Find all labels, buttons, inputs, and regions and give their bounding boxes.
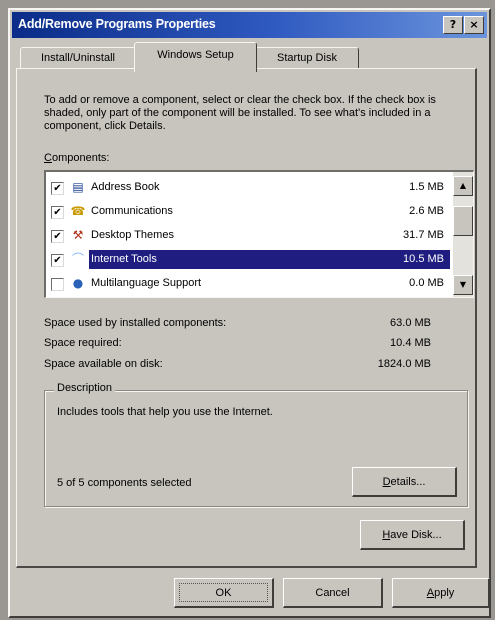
component-name: Address Book [91, 181, 160, 193]
component-row[interactable]: ● Multilanguage Support 0.0 MB [48, 272, 450, 296]
component-checkbox[interactable]: ✔ [51, 254, 64, 267]
space-available-label: Space available on disk: [44, 358, 163, 370]
arrow-down-icon: ▼ [459, 280, 467, 289]
component-checkbox[interactable]: ✔ [51, 182, 64, 195]
communications-icon: ☎ [70, 204, 86, 218]
space-required-label: Space required: [44, 337, 122, 349]
tab-startup-disk[interactable]: Startup Disk [255, 47, 359, 69]
arrow-up-icon: ▲ [459, 181, 467, 190]
window-title: Add/Remove Programs Properties [18, 17, 216, 31]
component-name: Communications [91, 205, 173, 217]
component-size: 0.0 MB [409, 277, 444, 289]
details-button[interactable]: Details... [352, 467, 457, 497]
component-name: Internet Tools [91, 253, 157, 265]
components-list[interactable]: ✔ ▤ Address Book 1.5 MB ✔ ☎ Communications 2.6 … [44, 170, 474, 298]
component-checkbox[interactable] [51, 278, 64, 291]
internet-tools-icon: ⌒ [71, 252, 84, 266]
have-disk-button[interactable]: Have Disk... [360, 520, 465, 550]
tab-windows-setup[interactable]: Windows Setup [134, 42, 257, 72]
space-required-value: 10.4 MB [390, 337, 431, 349]
description-text: Includes tools that help you use the Int… [57, 406, 273, 418]
description-label: Description [54, 382, 116, 394]
intro-text: To add or remove a component, select or … [44, 94, 436, 132]
scroll-up-button[interactable]: ▲ [453, 176, 473, 196]
scroll-thumb[interactable] [453, 206, 473, 236]
desktop-themes-icon: ⚒ [72, 228, 84, 242]
ok-button[interactable]: OK [174, 578, 274, 608]
help-button[interactable]: ? [443, 16, 463, 34]
apply-button[interactable]: Apply [392, 578, 490, 608]
vertical-scrollbar[interactable]: ▲ ▼ [453, 172, 473, 297]
components-label: Components: [44, 152, 110, 164]
cancel-button[interactable]: Cancel [283, 578, 383, 608]
component-size: 10.5 MB [403, 253, 444, 265]
component-checkbox[interactable]: ✔ [51, 230, 64, 243]
space-used-value: 63.0 MB [390, 317, 431, 329]
selected-count: 5 of 5 components selected [57, 477, 192, 489]
component-size: 1.5 MB [409, 181, 444, 193]
space-used-label: Space used by installed components: [44, 317, 227, 329]
component-row[interactable]: ✔ ☎ Communications 2.6 MB [48, 200, 450, 224]
title-bar[interactable]: Add/Remove Programs Properties ? × [12, 12, 487, 38]
component-name: Multilanguage Support [91, 277, 202, 289]
component-name: Desktop Themes [91, 229, 174, 241]
globe-icon: ● [72, 276, 84, 290]
component-row[interactable]: ✔ ⚒ Desktop Themes 31.7 MB [48, 224, 450, 248]
component-size: 2.6 MB [409, 205, 444, 217]
focus-ring [179, 583, 268, 602]
address-book-icon: ▤ [72, 180, 84, 194]
component-size: 31.7 MB [403, 229, 444, 241]
space-available-value: 1824.0 MB [377, 358, 431, 370]
component-row[interactable]: ✔ ⌒ Internet Tools 10.5 MB [48, 248, 450, 272]
tab-install-uninstall[interactable]: Install/Uninstall [20, 47, 136, 69]
close-button[interactable]: × [464, 16, 484, 34]
component-row[interactable]: ✔ ▤ Address Book 1.5 MB [48, 176, 450, 200]
scroll-down-button[interactable]: ▼ [453, 275, 473, 295]
component-checkbox[interactable]: ✔ [51, 206, 64, 219]
